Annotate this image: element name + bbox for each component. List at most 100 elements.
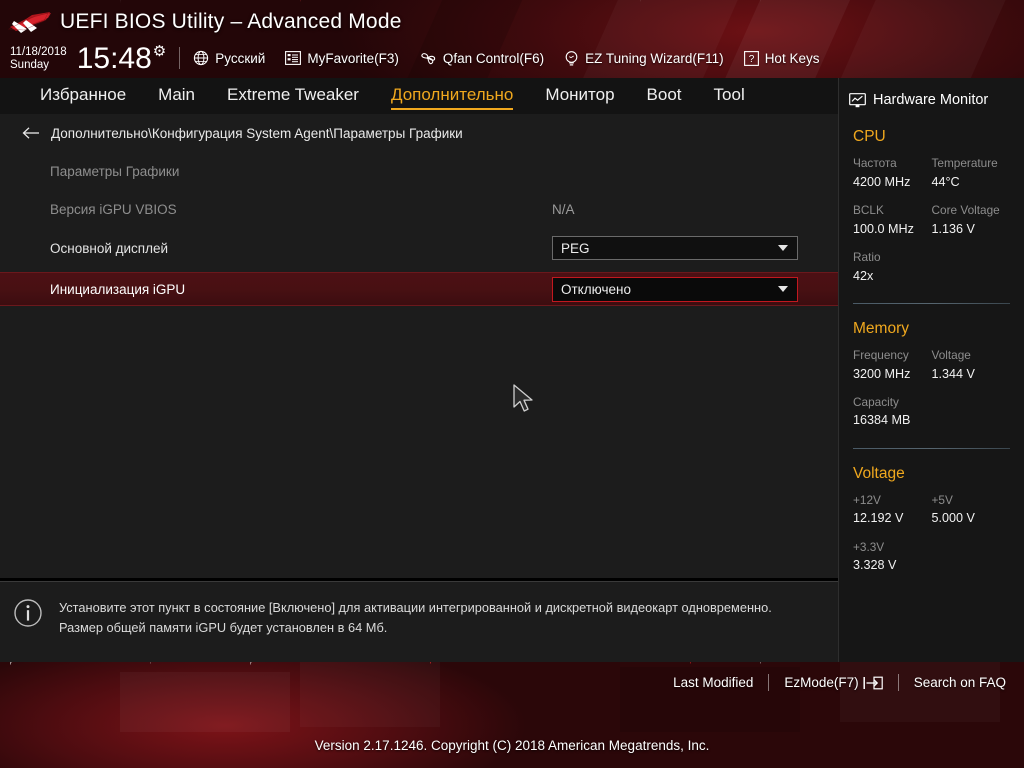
dropdown-value: PEG bbox=[561, 241, 590, 256]
hm-value: 42x bbox=[853, 267, 932, 285]
ez-tuning-label: EZ Tuning Wizard(F11) bbox=[585, 51, 724, 66]
language-label: Русский bbox=[215, 51, 265, 66]
settings-panel: Дополнительно\Конфигурация System Agent\… bbox=[0, 114, 838, 578]
help-text: Установите этот пункт в состояние [Включ… bbox=[59, 597, 772, 662]
bios-screen: UEFI BIOS Utility – Advanced Mode 11/18/… bbox=[0, 0, 1024, 768]
hm-value: 100.0 MHz bbox=[853, 220, 932, 238]
settings-rows: Параметры Графики Версия iGPU VBIOS N/A … bbox=[0, 152, 838, 306]
row-primary-display[interactable]: Основной дисплей PEG bbox=[0, 233, 838, 263]
hm-section-memory: Memory Frequency 3200 MHz Voltage 1.344 … bbox=[839, 320, 1024, 441]
chevron-down-icon bbox=[778, 245, 788, 251]
date-text: 11/18/2018 bbox=[10, 46, 67, 59]
hm-key: Частота bbox=[853, 155, 932, 173]
help-line-2: Размер общей памяти iGPU будет установле… bbox=[59, 618, 772, 638]
hm-value: 16384 MB bbox=[853, 411, 932, 429]
hm-pair-row: +3.3V 3.328 V bbox=[853, 539, 1010, 586]
row-value: N/A bbox=[552, 202, 575, 217]
ez-mode-button[interactable]: EzMode(F7) bbox=[784, 675, 882, 691]
lightbulb-icon bbox=[564, 50, 579, 67]
divider bbox=[898, 674, 899, 691]
settings-section-header: Параметры Графики bbox=[0, 157, 838, 185]
row-label: Инициализация iGPU bbox=[50, 282, 185, 297]
tab-main[interactable]: Main bbox=[158, 85, 195, 107]
hm-section-cpu: CPU Частота 4200 MHz Temperature 44°C BC… bbox=[839, 128, 1024, 296]
hm-section-title: Memory bbox=[853, 320, 1010, 338]
help-panel: Установите этот пункт в состояние [Включ… bbox=[0, 581, 838, 662]
last-modified-button[interactable]: Last Modified bbox=[673, 675, 753, 690]
hm-pair-row: Частота 4200 MHz Temperature 44°C bbox=[853, 155, 1010, 202]
section-title: Параметры Графики bbox=[50, 164, 179, 179]
primary-display-dropdown[interactable]: PEG bbox=[552, 236, 798, 260]
hm-key: Core Voltage bbox=[932, 202, 1011, 220]
hardware-monitor-title: Hardware Monitor bbox=[839, 88, 1024, 112]
globe-icon bbox=[193, 50, 209, 66]
rog-eye-logo-icon bbox=[6, 10, 54, 38]
hardware-monitor-panel: Hardware Monitor CPU Частота 4200 MHz Te… bbox=[838, 78, 1024, 662]
ez-tuning-wizard-button[interactable]: EZ Tuning Wizard(F11) bbox=[564, 50, 724, 67]
header-toolbar: 11/18/2018 Sunday 15:48 ⚙ Русский bbox=[10, 41, 839, 75]
back-arrow-icon[interactable] bbox=[22, 126, 40, 140]
fan-icon bbox=[419, 50, 437, 66]
tab-tool[interactable]: Tool bbox=[714, 85, 745, 107]
tab-extreme-tweaker[interactable]: Extreme Tweaker bbox=[227, 85, 359, 107]
hm-value: 5.000 V bbox=[932, 509, 1011, 527]
hm-key: Temperature bbox=[932, 155, 1011, 173]
tab-favorites[interactable]: Избранное bbox=[40, 85, 126, 107]
divider bbox=[853, 448, 1010, 449]
gear-icon[interactable]: ⚙ bbox=[153, 42, 166, 60]
divider bbox=[179, 47, 180, 69]
hm-pair-row: Ratio 42x bbox=[853, 249, 1010, 296]
hm-value: 3.328 V bbox=[853, 556, 932, 574]
chevron-down-icon bbox=[778, 286, 788, 292]
hm-key: Capacity bbox=[853, 394, 932, 412]
hot-keys-label: Hot Keys bbox=[765, 51, 820, 66]
language-button[interactable]: Русский bbox=[193, 50, 265, 66]
search-faq-button[interactable]: Search on FAQ bbox=[914, 675, 1006, 690]
hm-value: 1.344 V bbox=[932, 365, 1011, 383]
row-label: Версия iGPU VBIOS bbox=[50, 202, 177, 217]
hm-pair-row: +12V 12.192 V +5V 5.000 V bbox=[853, 492, 1010, 539]
svg-text:?: ? bbox=[748, 54, 754, 65]
hm-key: Frequency bbox=[853, 347, 932, 365]
igpu-initialization-dropdown[interactable]: Отключено bbox=[552, 277, 798, 302]
hm-section-title: CPU bbox=[853, 128, 1010, 146]
hm-value: 44°C bbox=[932, 173, 1011, 191]
hm-value: 4200 MHz bbox=[853, 173, 932, 191]
hm-key: +5V bbox=[932, 492, 1011, 510]
list-icon bbox=[285, 51, 301, 65]
hm-value: 3200 MHz bbox=[853, 365, 932, 383]
divider bbox=[768, 674, 769, 691]
hot-keys-button[interactable]: ? Hot Keys bbox=[744, 51, 820, 66]
datetime-display: 11/18/2018 Sunday bbox=[10, 45, 67, 72]
qfan-control-button[interactable]: Qfan Control(F6) bbox=[419, 50, 544, 66]
question-box-icon: ? bbox=[744, 51, 759, 66]
hm-value: 1.136 V bbox=[932, 220, 1011, 238]
hm-section-voltage: Voltage +12V 12.192 V +5V 5.000 V +3.3V … bbox=[839, 465, 1024, 586]
hm-key: BCLK bbox=[853, 202, 932, 220]
search-faq-label: Search on FAQ bbox=[914, 675, 1006, 690]
info-icon bbox=[12, 597, 44, 629]
row-igpu-multi-monitor[interactable]: Инициализация iGPU Отключено bbox=[0, 272, 838, 306]
hm-pair-row: Capacity 16384 MB bbox=[853, 394, 1010, 441]
hm-section-title: Voltage bbox=[853, 465, 1010, 483]
footer-actions: Last Modified EzMode(F7) Search on FAQ bbox=[673, 674, 1006, 691]
hardware-monitor-label: Hardware Monitor bbox=[873, 92, 988, 108]
tab-boot[interactable]: Boot bbox=[647, 85, 682, 107]
title-bar: UEFI BIOS Utility – Advanced Mode 11/18/… bbox=[0, 0, 1024, 78]
hm-value: 12.192 V bbox=[853, 509, 932, 527]
divider bbox=[853, 303, 1010, 304]
row-igpu-vbios-version: Версия iGPU VBIOS N/A bbox=[0, 194, 838, 224]
exit-arrow-icon bbox=[863, 675, 883, 691]
dropdown-value: Отключено bbox=[561, 282, 631, 297]
version-text: Version 2.17.1246. Copyright (C) 2018 Am… bbox=[0, 738, 1024, 753]
myfavorite-button[interactable]: MyFavorite(F3) bbox=[285, 51, 399, 66]
hm-key: +12V bbox=[853, 492, 932, 510]
hm-key: Ratio bbox=[853, 249, 932, 267]
page-title: UEFI BIOS Utility – Advanced Mode bbox=[60, 10, 402, 34]
tab-monitor[interactable]: Монитор bbox=[545, 85, 614, 107]
breadcrumb-path: Дополнительно\Конфигурация System Agent\… bbox=[51, 126, 463, 141]
hm-pair-row: Frequency 3200 MHz Voltage 1.344 V bbox=[853, 347, 1010, 394]
last-modified-label: Last Modified bbox=[673, 675, 753, 690]
tab-advanced[interactable]: Дополнительно bbox=[391, 85, 513, 107]
monitor-chart-icon bbox=[849, 93, 866, 108]
